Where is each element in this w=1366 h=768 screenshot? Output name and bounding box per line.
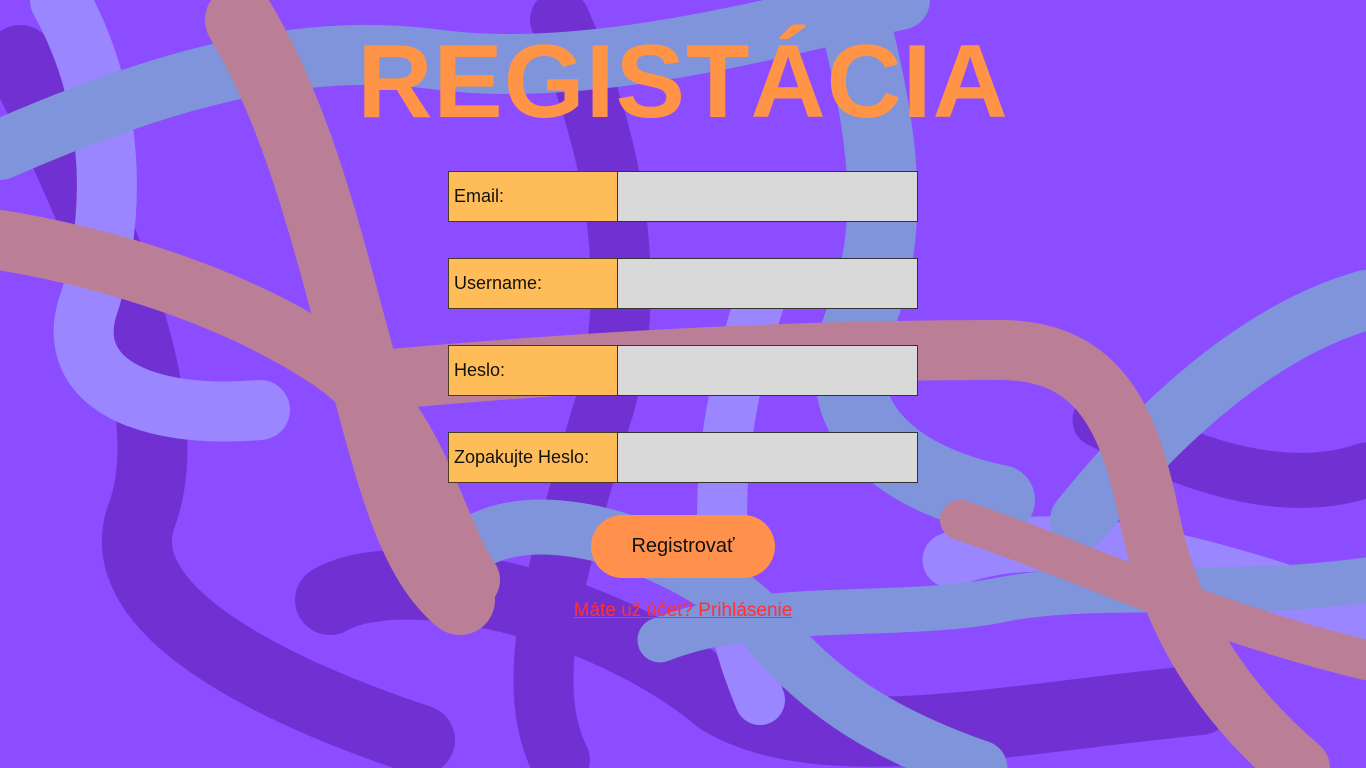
email-field[interactable]	[617, 171, 918, 222]
username-field[interactable]	[617, 258, 918, 309]
registration-form: Email: Username: Heslo: Zopakujte Heslo:	[448, 171, 918, 516]
username-label: Username:	[448, 258, 621, 309]
username-row: Username:	[448, 258, 918, 309]
password-field[interactable]	[617, 345, 918, 396]
login-link[interactable]: Máte už účet? Prihlásenie	[574, 600, 793, 621]
register-button[interactable]: Registrovať	[591, 515, 775, 578]
password-row: Heslo:	[448, 345, 918, 396]
password-label: Heslo:	[448, 345, 621, 396]
confirm-password-field[interactable]	[617, 432, 918, 483]
login-link-container: Máte už účet? Prihlásenie	[0, 599, 1366, 623]
confirm-password-label: Zopakujte Heslo:	[448, 432, 621, 483]
email-row: Email:	[448, 171, 918, 222]
confirm-password-row: Zopakujte Heslo:	[448, 432, 918, 483]
email-label: Email:	[448, 171, 621, 222]
page-title: REGISTÁCIA	[357, 24, 1009, 140]
